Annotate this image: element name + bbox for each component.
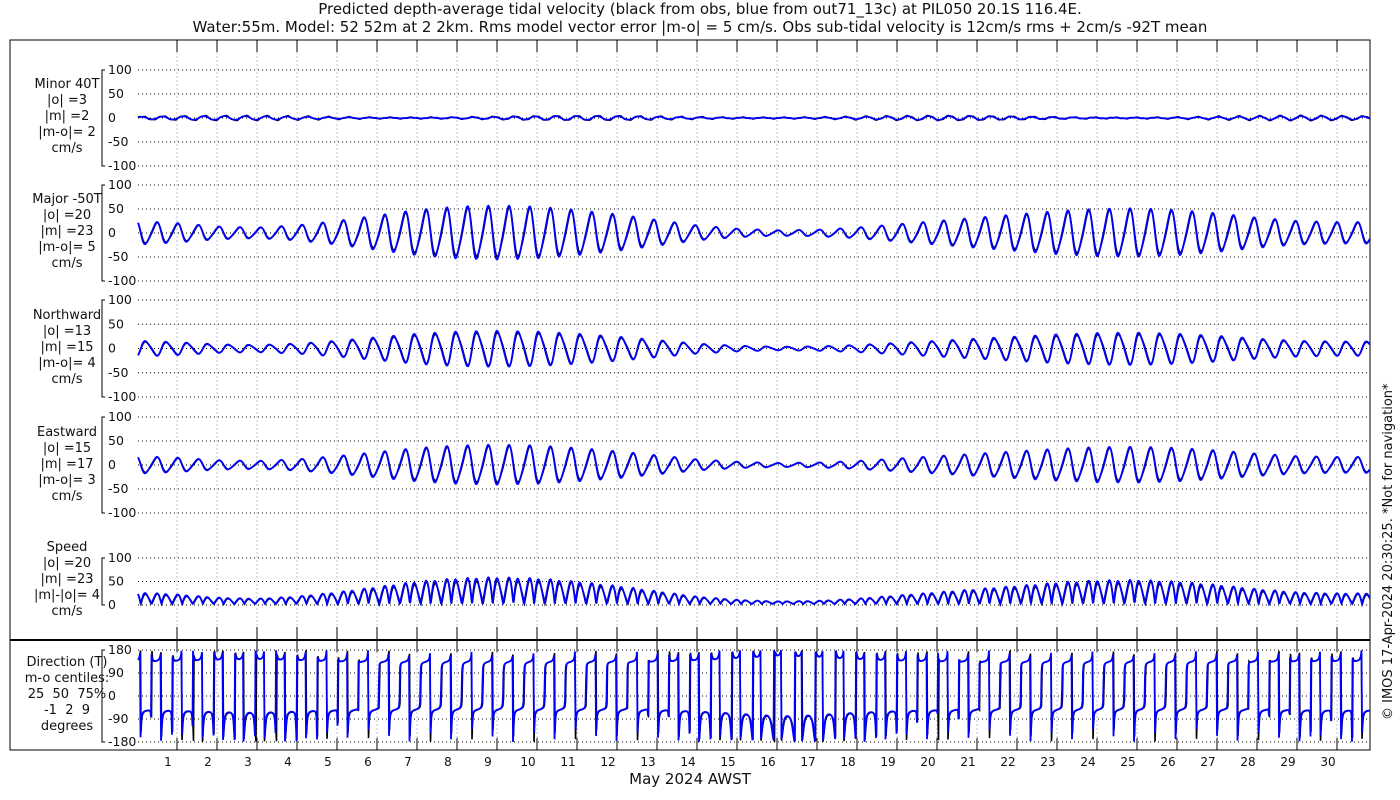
x-tick-label: 17 <box>800 755 815 769</box>
x-tick-label: 30 <box>1320 755 1335 769</box>
x-axis-label: May 2024 AWST <box>629 770 751 788</box>
panel-label-line: Eastward <box>36 425 98 440</box>
panel-label-line: |o| =20 <box>42 208 92 223</box>
x-tick-label: 28 <box>1240 755 1255 769</box>
x-tick-label: 15 <box>720 755 735 769</box>
panel-label-line: Minor 40T <box>34 77 100 92</box>
panel-label-line: |m|-|o|= 4 <box>33 588 101 603</box>
panel-label-line: |m-o|= 2 <box>38 125 96 140</box>
panel-label-line: |m| =2 <box>44 109 90 124</box>
panel-label-line: |o| =15 <box>42 441 92 456</box>
y-tick-label: 100 <box>108 292 132 307</box>
panel-label-line: cm/s <box>51 604 83 619</box>
x-tick-label: 2 <box>204 755 212 769</box>
x-tick-label: 12 <box>600 755 615 769</box>
x-tick-label: 8 <box>444 755 452 769</box>
panel-label-line: |m-o|= 3 <box>38 473 96 488</box>
y-tick-label: -100 <box>108 158 136 173</box>
x-tick-label: 1 <box>164 755 172 769</box>
x-tick-label: 20 <box>920 755 935 769</box>
panel-label-line: |m| =23 <box>40 572 94 587</box>
x-tick-label: 26 <box>1160 755 1175 769</box>
x-tick-label: 23 <box>1040 755 1055 769</box>
x-tick-label: 22 <box>1000 755 1015 769</box>
y-tick-label: -100 <box>108 505 136 520</box>
y-tick-label: 100 <box>108 177 132 192</box>
panel-label-line: |m-o|= 5 <box>38 240 96 255</box>
panel-label-line: |m-o|= 4 <box>38 356 96 371</box>
panel-label-line: degrees <box>40 719 94 734</box>
y-tick-label: -100 <box>108 273 136 288</box>
panel-label-major: Major -50T |o| =20 |m| =23 |m-o|= 5 cm/s <box>3 192 131 272</box>
x-tick-label: 11 <box>560 755 575 769</box>
copyright-notice: © IMOS 17-Apr-2024 20:30:25. *Not for na… <box>1381 383 1396 720</box>
panel-label-line: -1 2 9 <box>43 703 91 718</box>
y-tick-label: -180 <box>108 734 136 749</box>
panel-label-line: |o| =13 <box>42 324 92 339</box>
panel-label-line: |m| =23 <box>40 224 94 239</box>
panel-label-line: cm/s <box>51 489 83 504</box>
panel-label-line: 25 50 75% <box>27 687 107 702</box>
y-tick-label: -100 <box>108 389 136 404</box>
panel-label-line: cm/s <box>51 256 83 271</box>
panel-label-east: Eastward |o| =15 |m| =17 |m-o|= 3 cm/s <box>3 425 131 505</box>
x-tick-label: 16 <box>760 755 775 769</box>
y-tick-label: 100 <box>108 409 132 424</box>
panel-label-north: Northward |o| =13 |m| =15 |m-o|= 4 cm/s <box>3 308 131 388</box>
panel-label-line: |o| =3 <box>46 93 87 108</box>
x-tick-label: 9 <box>484 755 492 769</box>
x-tick-label: 10 <box>520 755 535 769</box>
panel-label-line: Direction (T) <box>26 655 108 670</box>
x-tick-label: 13 <box>640 755 655 769</box>
x-tick-label: 25 <box>1120 755 1135 769</box>
panel-label-line: m-o centiles: <box>24 671 110 686</box>
y-tick-label: 100 <box>108 62 132 77</box>
x-tick-label: 7 <box>404 755 412 769</box>
panel-label-line: |m| =17 <box>40 457 94 472</box>
panel-label-direction: Direction (T) m-o centiles: 25 50 75% -1 2 … <box>3 655 131 735</box>
x-tick-label: 6 <box>364 755 372 769</box>
panel-label-line: Northward <box>32 308 102 323</box>
x-tick-label: 14 <box>680 755 695 769</box>
panel-label-line: cm/s <box>51 141 83 156</box>
x-tick-label: 27 <box>1200 755 1215 769</box>
x-tick-label: 18 <box>840 755 855 769</box>
panel-label-minor: Minor 40T |o| =3 |m| =2 |m-o|= 2 cm/s <box>3 77 131 157</box>
panel-label-line: Major -50T <box>32 192 102 207</box>
panel-label-line: |o| =20 <box>42 556 92 571</box>
x-tick-label: 5 <box>324 755 332 769</box>
x-tick-label: 3 <box>244 755 252 769</box>
tidal-velocity-figure: Predicted depth-average tidal velocity (… <box>0 0 1400 800</box>
x-tick-label: 21 <box>960 755 975 769</box>
panel-label-line: |m| =15 <box>40 340 94 355</box>
x-tick-label: 4 <box>284 755 292 769</box>
plot-area: 1 2 3 4 5 6 7 8 9 10 11 12 13 14 15 16 17 18 19 20 21 22 23 24 2… <box>9 39 1371 769</box>
panel-label-line: Speed <box>46 540 88 555</box>
x-tick-label: 24 <box>1080 755 1095 769</box>
upper-frame <box>9 39 1371 641</box>
panel-label-line: cm/s <box>51 372 83 387</box>
panel-label-speed: Speed |o| =20 |m| =23 |m|-|o|= 4 cm/s <box>3 540 131 620</box>
x-tick-label: 19 <box>880 755 895 769</box>
x-tick-label: 29 <box>1280 755 1295 769</box>
